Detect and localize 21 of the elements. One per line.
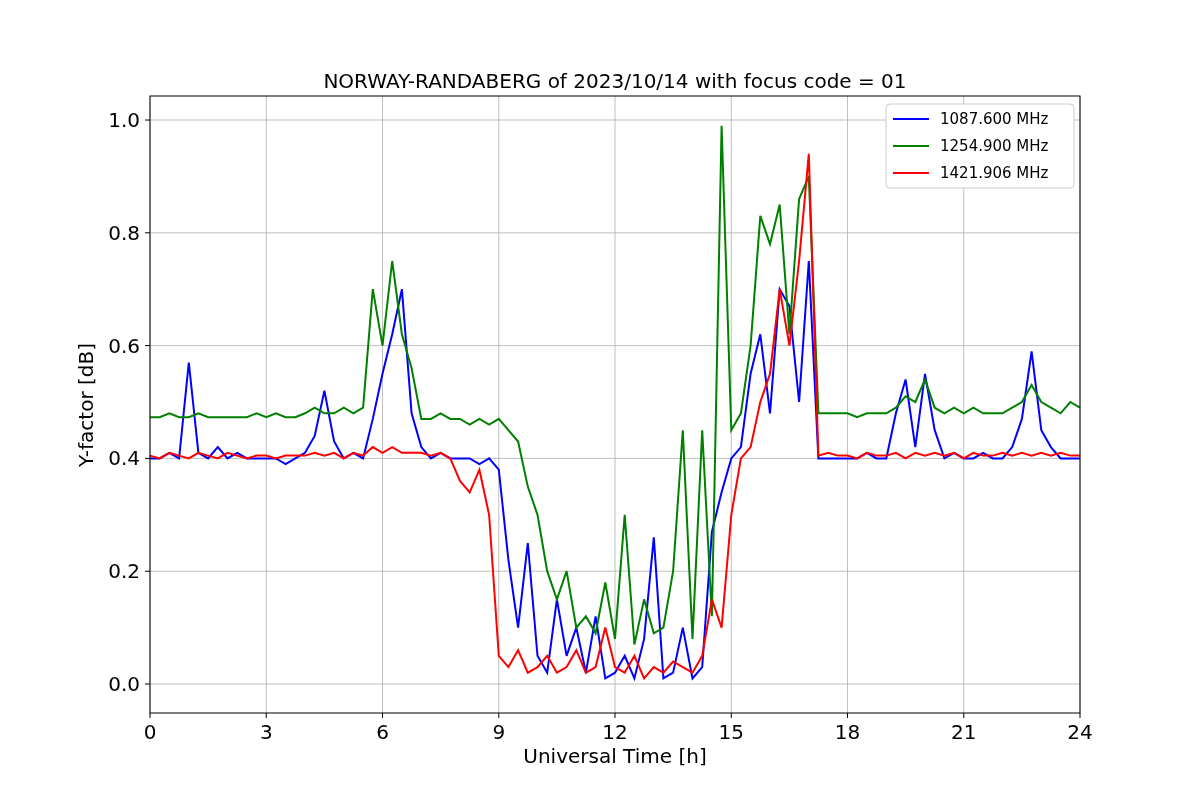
x-axis-label: Universal Time [h] xyxy=(523,744,707,768)
x-tick-label: 3 xyxy=(259,720,273,744)
x-tick-label: 21 xyxy=(951,720,977,744)
y-tick-label: 0.0 xyxy=(108,672,140,696)
x-tick-label: 15 xyxy=(718,720,744,744)
y-tick-label: 0.6 xyxy=(108,333,140,358)
y-tick-label: 1.0 xyxy=(108,108,140,133)
x-tick-label: 24 xyxy=(1067,720,1093,744)
y-tick-label: 0.8 xyxy=(108,220,140,245)
chart-title: NORWAY-RANDABERG of 2023/10/14 with focus code = 01 xyxy=(323,69,907,93)
x-tick-label: 6 xyxy=(376,720,389,744)
y-axis-label: Y-factor [dB] xyxy=(74,343,98,467)
legend-label: 1254.900 MHz xyxy=(940,137,1049,155)
x-tick-label: 12 xyxy=(602,720,628,744)
y-tick-label: 0.4 xyxy=(108,446,140,471)
legend-label: 1421.906 MHz xyxy=(940,164,1049,182)
legend-label: 1087.600 MHz xyxy=(940,110,1049,128)
x-tick-label: 18 xyxy=(834,720,861,744)
y-tick-label: 0.2 xyxy=(108,559,140,584)
x-tick-label: 9 xyxy=(492,720,506,744)
x-tick-label: 0 xyxy=(143,720,157,744)
